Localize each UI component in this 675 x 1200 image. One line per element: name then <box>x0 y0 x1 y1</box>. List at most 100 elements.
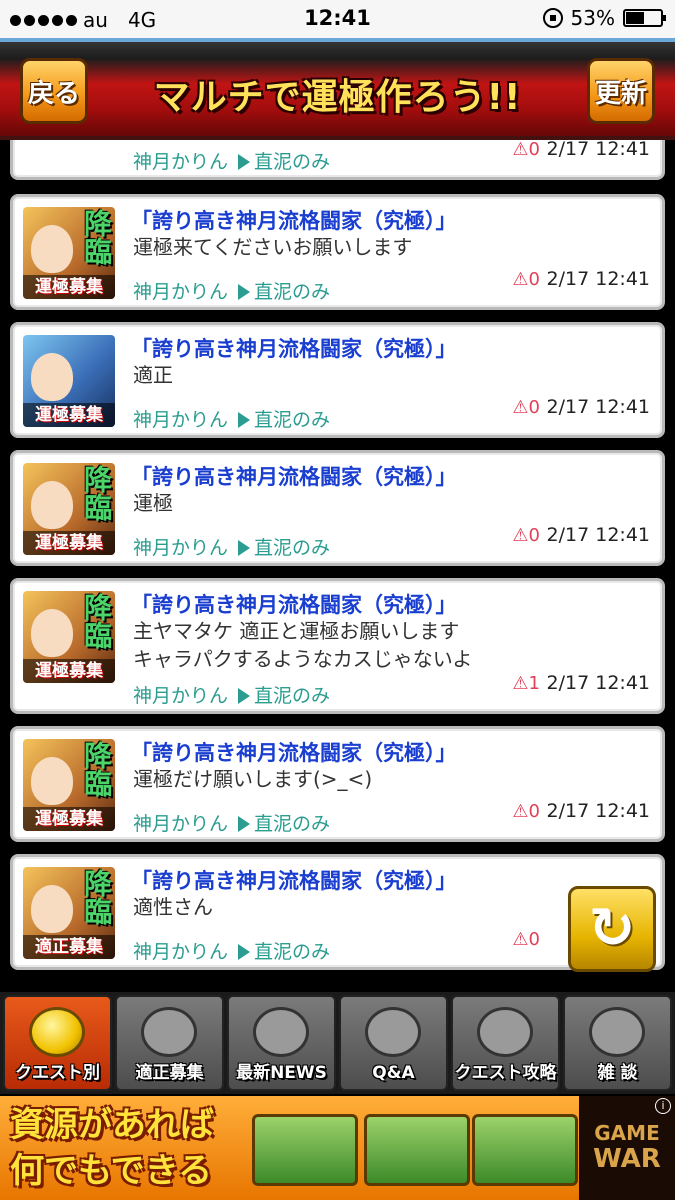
post-time: 2/17 12:41 <box>546 268 650 290</box>
recruit-badge: 運極募集 <box>23 275 115 299</box>
post-message: 運極来てくださいお願いします <box>133 235 413 259</box>
character-face <box>31 353 73 401</box>
recruit-badge: 適正募集 <box>23 935 115 959</box>
post-title: 「誇り高き神月流格闘家（究極）」 <box>131 593 457 617</box>
post-message: 適性さん <box>133 895 213 919</box>
back-button[interactable]: 戻る <box>20 58 88 124</box>
thumb-kanji: 降臨 <box>80 869 113 925</box>
character-face <box>31 757 73 805</box>
report-count[interactable]: ⚠1 <box>512 673 540 694</box>
tab-stamp[interactable]: 適正募集 <box>115 995 224 1091</box>
ad-info-icon[interactable]: i <box>655 1098 671 1114</box>
post-title: 「誇り高き神月流格闘家（究極）」 <box>131 741 457 765</box>
user-name: 神月かりん <box>133 409 229 431</box>
post-card[interactable]: 降臨 運極募集 「誇り高き神月流格闘家（究極）」 運極来てくださいお願いします 神月かり… <box>10 194 665 310</box>
post-time: 2/17 12:41 <box>546 800 650 822</box>
tab-monster[interactable]: クエスト攻略 <box>451 995 560 1091</box>
page-title: マルチで運極作ろう!! <box>153 77 522 118</box>
post-user[interactable]: 神月かりん 直泥のみ <box>133 533 330 560</box>
post-time: 2/17 12:41 <box>546 524 650 546</box>
stamp-icon <box>141 1007 197 1057</box>
post-user[interactable]: 神月かりん 直泥のみ <box>133 937 330 964</box>
ad-item-log <box>252 1114 358 1186</box>
post-time: 2/17 12:41 <box>546 396 650 418</box>
play-icon <box>238 154 251 170</box>
tab-label: クエスト別 <box>15 1063 100 1083</box>
post-user[interactable]: 神月かりん 直泥のみ <box>133 405 330 432</box>
user-name: 神月かりん <box>133 281 229 303</box>
user-name: 神月かりん <box>133 151 229 173</box>
post-user[interactable]: 神月かりん 直泥のみ <box>133 681 330 708</box>
report-count[interactable]: ⚠0 <box>512 929 540 950</box>
play-icon <box>238 688 251 704</box>
tab-label: 雑 談 <box>597 1063 638 1083</box>
post-card[interactable]: 運極募集 「誇り高き神月流格闘家（究極）」 適正 神月かりん 直泥のみ ⚠0 2/17 12… <box>10 322 665 438</box>
report-count[interactable]: ⚠0 <box>512 525 540 546</box>
quest-thumbnail: 降臨運極募集 <box>23 207 115 299</box>
ad-line-1: 資源があれば <box>10 1105 214 1145</box>
post-time: 2/17 12:41 <box>546 140 650 160</box>
post-user[interactable]: 神月かりん 直泥のみ <box>133 809 330 836</box>
post-tag: 直泥のみ <box>254 941 331 963</box>
reload-fab[interactable]: ↻ <box>568 886 656 972</box>
app-header: 戻る マルチで運極作ろう!! 更新 <box>0 38 675 140</box>
post-message: 適正 <box>133 363 173 387</box>
post-tag: 直泥のみ <box>254 685 331 707</box>
post-list[interactable]: 降臨「誇り高き神月流格闘家（究極）」神月かりん直泥のみ⚠02/17 12:41降… <box>0 140 675 992</box>
play-icon <box>238 412 251 428</box>
thumb-kanji: 降臨 <box>80 465 113 521</box>
post-card[interactable]: 降臨 運極募集 「誇り高き神月流格闘家（究極）」 運極だけ願いします(>_<) 神月かり… <box>10 726 665 842</box>
ad-banner[interactable]: 資源があれば 何でもできる GAME WAR i <box>0 1096 675 1200</box>
play-icon <box>238 284 251 300</box>
tab-egg[interactable]: クエスト別 <box>3 995 112 1091</box>
user-name: 神月かりん <box>133 537 229 559</box>
tab-label: クエスト攻略 <box>454 1063 557 1083</box>
post-tag: 直泥のみ <box>254 281 331 303</box>
rotation-lock-icon <box>542 8 563 28</box>
tab-news[interactable]: 最新NEWS <box>227 995 336 1091</box>
post-message: 運極 <box>133 491 173 515</box>
post-title: 「誇り高き神月流格闘家（究極）」 <box>131 869 457 893</box>
user-name: 神月かりん <box>133 941 229 963</box>
post-title: 「誇り高き神月流格闘家（究極）」 <box>131 465 457 489</box>
battery-icon <box>623 9 666 27</box>
post-card[interactable]: 降臨適正募集「誇り高き神月流格闘家（究極）」適性さん神月かりん直泥のみ⚠02/ <box>10 854 665 970</box>
chat-icon <box>589 1007 645 1057</box>
post-time: 2/17 12:41 <box>546 672 650 694</box>
post-user[interactable]: 神月かりん 直泥のみ <box>133 277 330 304</box>
ad-item-stone <box>472 1114 578 1186</box>
quest-thumbnail: 降臨適正募集 <box>23 867 115 959</box>
character-face <box>31 225 73 273</box>
monster-icon <box>477 1007 533 1057</box>
tab-chat[interactable]: 雑 談 <box>563 995 672 1091</box>
post-card[interactable]: 降臨運極募集 「誇り高き神月流格闘家（究極）」 運極神月かりん 直泥のみ ⚠0 2/17 … <box>10 450 665 566</box>
user-name: 神月かりん <box>133 685 229 707</box>
play-icon <box>238 944 251 960</box>
post-tag: 直泥のみ <box>254 409 331 431</box>
quest-thumbnail: 運極募集 <box>23 335 115 427</box>
tab-label: 最新NEWS <box>236 1063 327 1083</box>
post-tag: 直泥のみ <box>254 537 331 559</box>
tab-qa[interactable]: Q&A <box>339 995 448 1091</box>
report-count[interactable]: ⚠0 <box>512 801 540 822</box>
post-card[interactable]: 降臨「誇り高き神月流格闘家（究極）」神月かりん直泥のみ⚠02/17 12:41 <box>10 140 665 180</box>
egg-icon <box>29 1007 85 1057</box>
post-card[interactable]: 降臨 運極募集 「誇り高き神月流格闘家（究極）」 主ヤマタケ 適正と運極お願いしますキ… <box>10 578 665 714</box>
recruit-badge: 運極募集 <box>23 807 115 831</box>
recruit-badge: 運極募集 <box>23 531 115 555</box>
post-message: キャラパクするようなカスじゃないよ <box>133 647 473 671</box>
report-count[interactable]: ⚠0 <box>512 397 540 418</box>
news-icon <box>253 1007 309 1057</box>
character-face <box>31 609 73 657</box>
thumb-kanji: 降臨 <box>80 741 113 797</box>
report-count[interactable]: ⚠0 <box>512 140 540 160</box>
battery-percent: 53% <box>570 6 615 30</box>
report-count[interactable]: ⚠0 <box>512 269 540 290</box>
recruit-badge: 運極募集 <box>23 659 115 683</box>
post-user[interactable]: 神月かりん 直泥のみ <box>133 147 330 174</box>
refresh-button[interactable]: 更新 <box>587 58 655 124</box>
thumb-kanji: 降臨 <box>80 209 113 265</box>
post-tag: 直泥のみ <box>254 151 331 173</box>
ad-logo-line-2: WAR <box>593 1144 661 1174</box>
character-face <box>31 885 73 933</box>
